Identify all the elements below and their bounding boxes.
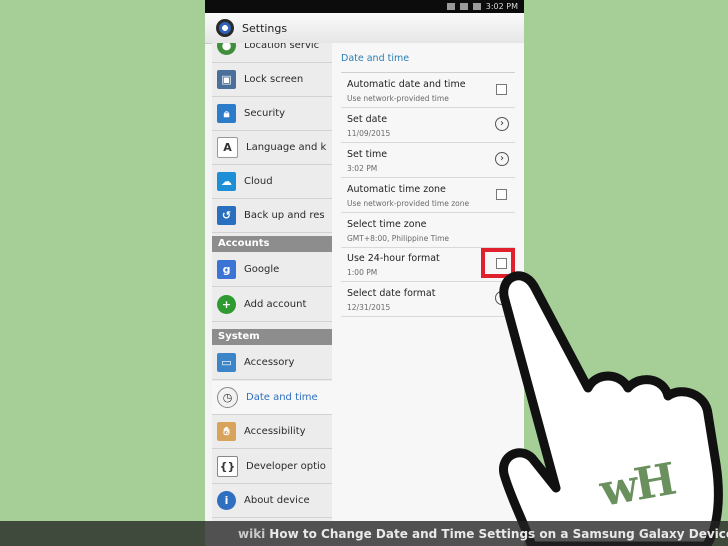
sidebar-item-label: Lock screen (244, 74, 304, 85)
setting-subtitle: 1:00 PM (347, 268, 378, 277)
battery-icon (472, 3, 481, 10)
setting-subtitle: 12/31/2015 (347, 303, 391, 312)
location-icon: ● (217, 43, 236, 55)
lock-screen-icon: ▣ (217, 70, 236, 89)
settings-category-list: ● Location servic ▣ Lock screen 🔒︎ Secur… (212, 43, 333, 521)
caption-brand: wiki (238, 526, 266, 541)
sidebar-item-label: About device (244, 495, 310, 506)
setting-title: Select date format (347, 288, 436, 299)
sidebar-item-label: Google (244, 264, 280, 275)
status-time: 3:02 PM (485, 2, 518, 11)
setting-automatic-date-time[interactable]: Automatic date and time Use network-prov… (341, 73, 515, 108)
settings-app-icon[interactable] (216, 19, 234, 37)
caption-bar: wiki How to Change Date and Time Setting… (0, 521, 728, 546)
setting-title: Use 24-hour format (347, 253, 440, 264)
sidebar-item-date-and-time[interactable]: ◷ Date and time (212, 381, 332, 415)
sidebar-item-label: Back up and res (244, 210, 325, 221)
info-icon: i (217, 491, 236, 510)
sidebar-item-label: Developer optio (246, 461, 326, 472)
sidebar-item-cloud[interactable]: ☁ Cloud (212, 165, 332, 199)
letter-a-icon: A (217, 137, 238, 158)
chevron-right-icon[interactable]: › (495, 152, 509, 166)
setting-title: Set time (347, 149, 388, 160)
sidebar-item-security[interactable]: 🔒︎ Security (212, 97, 332, 131)
section-header-accounts: Accounts (212, 236, 332, 252)
sidebar-item-label: Accessibility (244, 426, 306, 437)
sidebar-item-lock-screen[interactable]: ▣ Lock screen (212, 63, 332, 97)
setting-set-time[interactable]: Set time 3:02 PM › (341, 143, 515, 178)
sidebar-item-backup[interactable]: ↺ Back up and res (212, 199, 332, 233)
setting-subtitle: 11/09/2015 (347, 129, 391, 138)
setting-title: Automatic time zone (347, 184, 446, 195)
action-bar: Settings (205, 13, 524, 44)
status-bar: 3:02 PM (205, 0, 524, 13)
accessory-icon: ▭ (217, 353, 236, 372)
sidebar-item-google[interactable]: g Google (212, 253, 332, 287)
setting-title: Select time zone (347, 219, 427, 230)
setting-automatic-time-zone[interactable]: Automatic time zone Use network-provided… (341, 178, 515, 213)
page-title: Settings (242, 21, 288, 35)
setting-subtitle: GMT+8:00, Philippine Time (347, 234, 449, 243)
panel-header: Date and time (341, 53, 515, 73)
pointing-hand-illustration (499, 271, 723, 546)
section-header-system: System (212, 329, 332, 345)
sidebar-item-about-device[interactable]: i About device (212, 484, 332, 518)
sidebar-item-label: Add account (244, 299, 307, 310)
automatic-time-zone-checkbox[interactable] (496, 189, 507, 200)
sidebar-item-label: Cloud (244, 176, 273, 187)
setting-title: Automatic date and time (347, 79, 466, 90)
clock-icon: ◷ (217, 387, 238, 408)
setting-select-time-zone[interactable]: Select time zone GMT+8:00, Philippine Ti… (341, 213, 515, 248)
automatic-date-time-checkbox[interactable] (496, 84, 507, 95)
sidebar-item-add-account[interactable]: + Add account (212, 288, 332, 322)
setting-subtitle: Use network-provided time (347, 94, 449, 103)
sidebar-item-accessory[interactable]: ▭ Accessory (212, 346, 332, 380)
sidebar-item-location[interactable]: ● Location servic (212, 43, 332, 63)
sidebar-item-label: Language and k (246, 142, 327, 153)
sidebar-item-label: Security (244, 108, 286, 119)
add-icon: + (217, 295, 236, 314)
google-icon: g (217, 260, 236, 279)
chevron-right-icon[interactable]: › (495, 117, 509, 131)
sidebar-item-accessibility[interactable]: ✋︎ Accessibility (212, 415, 332, 449)
sidebar-item-label: Date and time (246, 392, 318, 403)
sidebar-item-label: Location servic (244, 43, 320, 51)
signal-icon (459, 3, 468, 10)
braces-icon: {} (217, 456, 238, 477)
sidebar-item-developer-options[interactable]: {} Developer optio (212, 450, 332, 484)
notification-icon (446, 3, 455, 10)
backup-icon: ↺ (217, 206, 236, 225)
padlock-icon: 🔒︎ (217, 104, 236, 123)
hand-icon: ✋︎ (217, 422, 236, 441)
cloud-icon: ☁ (217, 172, 236, 191)
setting-subtitle: 3:02 PM (347, 164, 378, 173)
setting-subtitle: Use network-provided time zone (347, 199, 470, 208)
sidebar-item-language[interactable]: A Language and k (212, 131, 332, 165)
caption-text: How to Change Date and Time Settings on … (269, 526, 728, 541)
sidebar-item-label: Accessory (244, 357, 295, 368)
setting-title: Set date (347, 114, 388, 125)
setting-set-date[interactable]: Set date 11/09/2015 › (341, 108, 515, 143)
